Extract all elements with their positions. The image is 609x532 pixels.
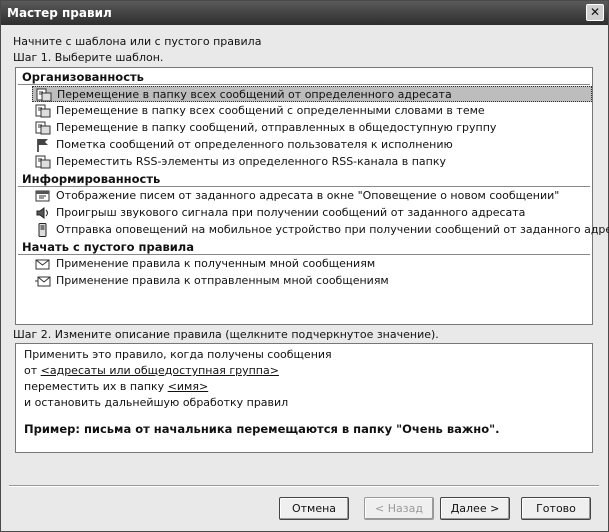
close-icon[interactable]: ✕ bbox=[586, 4, 604, 21]
template-list[interactable]: Организованность Перемещение в папку все… bbox=[15, 67, 609, 325]
template-item[interactable]: Перемещение в папку всех сообщений от оп… bbox=[32, 86, 592, 102]
speaker-icon bbox=[36, 207, 48, 219]
sent-envelope-icon bbox=[35, 276, 51, 287]
step1-label: Шаг 1. Выберите шаблон. bbox=[13, 51, 164, 64]
rules-wizard-window: Мастер правил ✕ Начните с шаблона или с … bbox=[0, 0, 609, 532]
template-item-label: Применение правила к полученным мной соо… bbox=[56, 257, 376, 270]
cancel-button[interactable]: Отмена bbox=[279, 497, 349, 520]
intro-text: Начните с шаблона или с пустого правила bbox=[13, 35, 262, 48]
template-item[interactable]: Применение правила к отправленным мной с… bbox=[32, 273, 592, 289]
group-divider bbox=[18, 254, 590, 255]
template-item-label: Перемещение в папку всех сообщений с опр… bbox=[56, 104, 485, 117]
description-text: переместить их в папку bbox=[24, 380, 168, 393]
template-item-label: Отображение писем от заданного адресата … bbox=[56, 189, 560, 202]
envelope-icon bbox=[35, 259, 50, 270]
finish-button[interactable]: Готово bbox=[521, 497, 591, 520]
description-line: переместить их в папку <имя> bbox=[24, 380, 208, 393]
move-message-icon bbox=[35, 155, 51, 169]
mobile-icon bbox=[38, 223, 47, 237]
move-message-icon bbox=[35, 104, 51, 118]
next-button[interactable]: Далее > bbox=[440, 497, 510, 520]
alert-window-icon bbox=[35, 190, 50, 202]
template-item[interactable]: Применение правила к полученным мной соо… bbox=[32, 256, 592, 272]
template-item[interactable]: Отображение писем от заданного адресата … bbox=[32, 188, 592, 204]
description-line: и остановить дальнейшую обработку правил bbox=[24, 396, 289, 409]
template-item-label: Пометка сообщений от определенного польз… bbox=[56, 138, 453, 151]
description-line: Применить это правило, когда получены со… bbox=[24, 348, 332, 361]
window-title: Мастер правил bbox=[7, 6, 112, 20]
template-item[interactable]: Отправка оповещений на мобильное устройс… bbox=[32, 222, 609, 238]
group-header-organize: Организованность bbox=[22, 70, 144, 84]
rule-description-box: Применить это правило, когда получены со… bbox=[15, 343, 593, 453]
step2-label: Шаг 2. Измените описание правила (щелкни… bbox=[13, 328, 439, 341]
group-header-inform: Информированность bbox=[22, 172, 161, 186]
flag-icon bbox=[37, 139, 48, 152]
template-item-label: Переместить RSS-элементы из определенног… bbox=[56, 155, 446, 168]
template-item[interactable]: Переместить RSS-элементы из определенног… bbox=[32, 154, 592, 170]
folder-name-link[interactable]: <имя> bbox=[168, 380, 209, 393]
move-message-icon bbox=[35, 121, 51, 135]
group-divider bbox=[18, 84, 590, 85]
move-message-icon bbox=[36, 88, 52, 102]
template-item[interactable]: Перемещение в папку сообщений, отправлен… bbox=[32, 120, 592, 136]
description-text: от bbox=[24, 364, 41, 377]
template-item-label: Применение правила к отправленным мной с… bbox=[56, 274, 389, 287]
template-item[interactable]: Пометка сообщений от определенного польз… bbox=[32, 137, 592, 153]
group-header-blank: Начать с пустого правила bbox=[22, 240, 194, 254]
template-item-label: Отправка оповещений на мобильное устройс… bbox=[56, 223, 609, 236]
group-divider bbox=[18, 186, 590, 187]
button-divider bbox=[9, 485, 599, 487]
template-item-label: Проигрыш звукового сигнала при получении… bbox=[56, 206, 526, 219]
description-line: от <адресаты или общедоступная группа> bbox=[24, 364, 279, 377]
template-item[interactable]: Перемещение в папку всех сообщений с опр… bbox=[32, 103, 592, 119]
template-item-label: Перемещение в папку всех сообщений от оп… bbox=[57, 88, 452, 101]
title-bar: Мастер правил ✕ bbox=[1, 1, 608, 25]
example-text: Пример: письма от начальника перемещаютс… bbox=[24, 422, 500, 436]
recipients-link[interactable]: <адресаты или общедоступная группа> bbox=[41, 364, 279, 377]
template-item[interactable]: Проигрыш звукового сигнала при получении… bbox=[32, 205, 592, 221]
template-item-label: Перемещение в папку сообщений, отправлен… bbox=[56, 121, 497, 134]
back-button[interactable]: < Назад bbox=[364, 497, 434, 520]
